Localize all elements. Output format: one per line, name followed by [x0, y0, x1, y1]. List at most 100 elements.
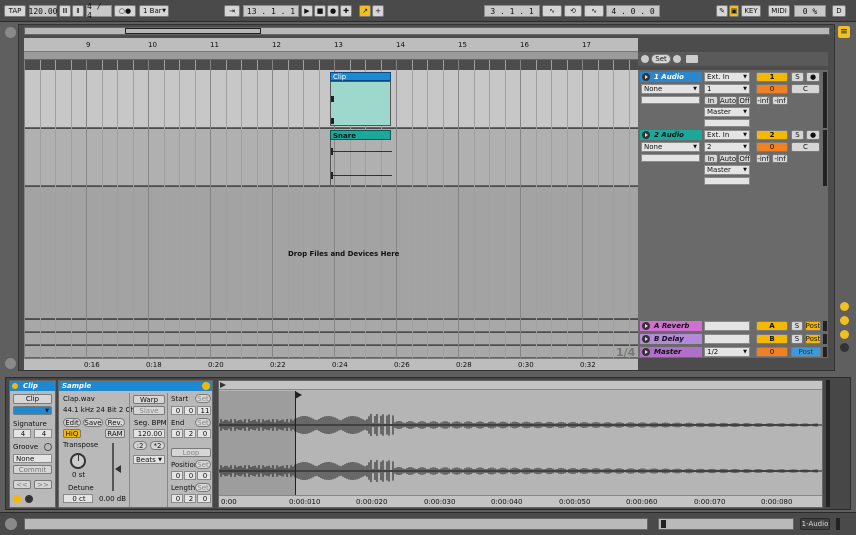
track-2-input-channel[interactable]: 2 — [704, 142, 750, 152]
automation-arm-icon[interactable]: ↗ — [359, 5, 371, 17]
scroll-bottom-icon[interactable] — [5, 358, 16, 369]
prev-locator-icon[interactable] — [641, 55, 649, 63]
end-set-button[interactable]: Set — [195, 418, 211, 427]
time-signature-field[interactable]: 4 / 4 — [86, 2, 112, 20]
io-toggle-icon[interactable] — [840, 302, 849, 311]
seg-bpm-field[interactable]: 120.00 — [133, 429, 165, 438]
clip-header[interactable]: Clip — [330, 72, 391, 81]
key-map-button[interactable]: KEY — [741, 5, 761, 17]
key-map-indicator-icon[interactable]: ▣ — [729, 5, 739, 17]
track-2-monitor-auto[interactable]: Auto — [719, 154, 737, 163]
clip-activator-icon[interactable] — [12, 383, 18, 389]
track-1-output-sub[interactable] — [704, 119, 750, 127]
start-marker-icon[interactable] — [220, 382, 226, 388]
detune-field[interactable]: 0 ct — [63, 494, 93, 503]
track-1-send-b[interactable]: -inf — [772, 96, 788, 105]
loop-start-field[interactable]: 3 . 1 . 1 — [484, 5, 540, 17]
track-2-arm[interactable]: ● — [806, 130, 820, 140]
position-bar[interactable]: 0 — [171, 471, 183, 480]
signature-denominator[interactable]: 4 — [34, 429, 52, 438]
track-1-solo[interactable]: S — [791, 72, 804, 82]
track-2-routing-left[interactable]: None — [641, 142, 700, 152]
hide-detail-icon[interactable] — [5, 518, 17, 530]
track-2-send-a[interactable]: -inf — [756, 154, 770, 163]
master-volume[interactable]: 0 — [756, 347, 788, 357]
groove-hot-swap-icon[interactable] — [44, 443, 52, 451]
end-beat[interactable]: 2 — [184, 429, 196, 438]
metronome-icon[interactable]: ○● — [114, 5, 136, 17]
clip-color-chooser[interactable] — [13, 406, 52, 415]
nudge-forward-button[interactable]: >> — [34, 480, 52, 489]
transpose-knob[interactable] — [70, 453, 86, 469]
return-a-fold-icon[interactable] — [642, 322, 650, 330]
track-2-activator[interactable]: 2 — [756, 130, 788, 140]
track-1-send-a[interactable]: -inf — [756, 96, 770, 105]
follow-icon[interactable]: ⇥ — [224, 5, 240, 17]
signature-numerator[interactable]: 4 — [13, 429, 31, 438]
add-icon[interactable]: + — [372, 5, 384, 17]
loop-switch-icon[interactable]: ⟲ — [564, 5, 582, 17]
play-icon[interactable]: ▶ — [301, 5, 313, 17]
detail-zoom-handle-icon[interactable] — [661, 520, 666, 528]
returns-toggle-icon[interactable] — [840, 330, 849, 339]
clip-body[interactable] — [330, 81, 391, 126]
track-2-output-sub[interactable] — [704, 177, 750, 185]
tempo-field[interactable]: 120.00 — [29, 5, 57, 17]
track-2-solo[interactable]: S — [791, 130, 804, 140]
sample-editor-ruler[interactable] — [219, 381, 822, 390]
sample-edit-button[interactable]: Edit — [63, 418, 81, 427]
track-2-volume[interactable]: 0 — [756, 142, 788, 152]
ram-button[interactable]: RAM — [105, 429, 125, 438]
commit-button[interactable]: Commit — [13, 465, 52, 474]
beat-time-ruler[interactable]: 9 10 11 12 13 14 15 16 17 — [24, 38, 638, 52]
return-a-activator[interactable]: A — [756, 321, 788, 331]
sample-editor[interactable]: 0:00 0:00:010 0:00:020 0:00:030 0:00:040… — [218, 380, 823, 508]
loop-brace[interactable] — [24, 52, 638, 60]
double-tempo-button[interactable]: *2 — [150, 441, 165, 450]
position-sixteenth[interactable]: 0 — [197, 471, 211, 480]
return-b-post[interactable]: Post — [805, 334, 821, 344]
clip-view-toggle-icon[interactable] — [13, 495, 21, 503]
track-2-monitor-off[interactable]: Off — [738, 154, 751, 163]
snare-clip-body[interactable] — [330, 140, 392, 185]
overdub-icon[interactable]: ✚ — [340, 5, 352, 17]
track-2-fold-icon[interactable] — [642, 131, 650, 139]
return-a-output[interactable] — [704, 321, 750, 331]
record-icon[interactable]: ● — [327, 5, 339, 17]
detail-scrollbar[interactable] — [826, 380, 830, 507]
length-bar[interactable]: 0 — [171, 494, 183, 503]
start-bar[interactable]: 0 — [171, 406, 183, 415]
position-beat[interactable]: 0 — [184, 471, 196, 480]
track-1-monitor-off[interactable]: Off — [738, 96, 751, 105]
time-ruler[interactable]: 0:16 0:18 0:20 0:22 0:24 0:26 0:28 0:30 … — [24, 358, 638, 370]
hiq-button[interactable]: HiQ — [63, 429, 81, 438]
loop-length-field[interactable]: 4 . 0 . 0 — [606, 5, 660, 17]
end-bar[interactable]: 0 — [171, 429, 183, 438]
sample-save-button[interactable]: Save — [83, 418, 103, 427]
track-1-volume[interactable]: 0 — [756, 84, 788, 94]
sends-toggle-icon[interactable] — [840, 316, 849, 325]
mixer-toggle-icon[interactable] — [840, 343, 849, 352]
track-1-input-channel[interactable]: 1 — [704, 84, 750, 94]
track-2-pan[interactable]: C — [791, 142, 820, 152]
arrangement-position-field[interactable]: 13 . 1 . 1 — [243, 5, 299, 17]
track-2-monitor-in[interactable]: In — [704, 154, 718, 163]
master-cue-out[interactable]: 1/2 — [704, 347, 750, 357]
track-2-input-type[interactable]: Ext. In — [704, 130, 750, 140]
sample-reverse-button[interactable]: Rev. — [105, 418, 125, 427]
groove-chooser[interactable]: None — [13, 454, 52, 463]
start-beat[interactable]: 0 — [184, 406, 196, 415]
arrangement-overview[interactable] — [24, 27, 830, 35]
gain-slider[interactable] — [112, 443, 114, 491]
clip-name-field[interactable]: Clip — [13, 394, 52, 404]
quantize-dropdown[interactable]: 1 Bar — [139, 5, 169, 17]
envelope-view-toggle-icon[interactable] — [25, 495, 33, 503]
nudge-back-button[interactable]: << — [13, 480, 31, 489]
start-sixteenth[interactable]: 11 — [197, 406, 211, 415]
detail-zoom-slider[interactable] — [658, 518, 794, 530]
browser-toggle-icon[interactable]: ≡ — [838, 26, 850, 38]
slave-button[interactable]: Slave — [133, 406, 165, 415]
track-1-pan[interactable]: C — [791, 84, 820, 94]
snare-clip-header[interactable]: Snare — [330, 130, 391, 140]
track-2-output[interactable]: Master — [704, 165, 750, 175]
